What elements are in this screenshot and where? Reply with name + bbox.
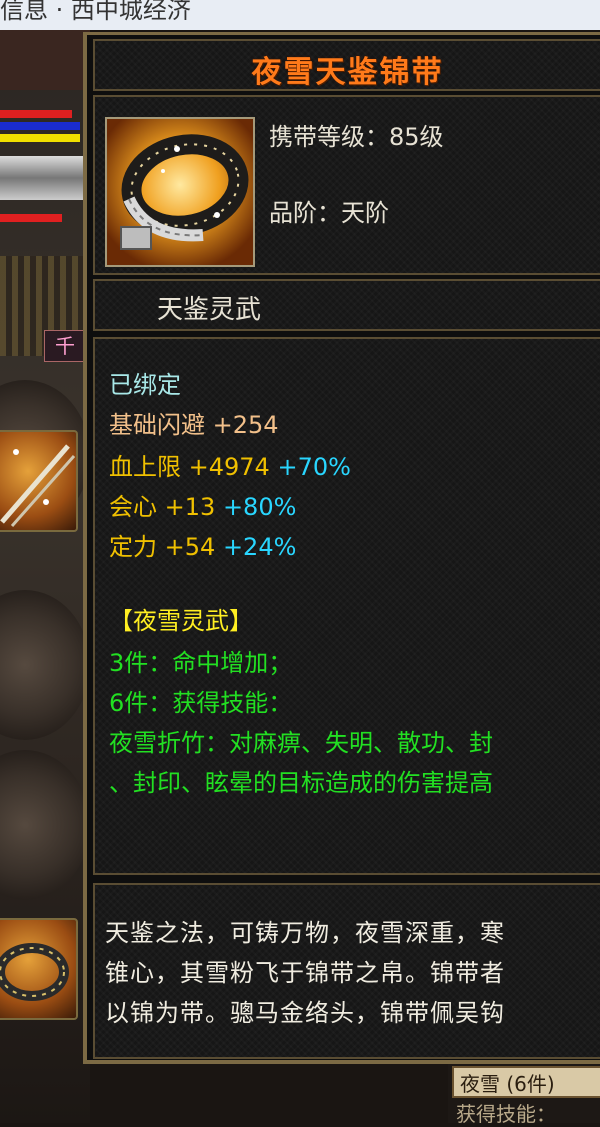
stat-line: 定力 +54 +24% <box>109 533 297 561</box>
base-stat: 基础闪避 +254 <box>109 411 279 439</box>
item-tooltip: 夜雪天鉴锦带 携带等级：85级 品阶：天阶 天鉴灵武 已绑定 基础闪避 +254… <box>83 32 600 1064</box>
window-title: 信息 · 西中城经济 <box>0 0 191 24</box>
tooltip-description-section: 天鉴之法，可铸万物，夜雪深重，寒 锥心，其雪粉飞于锦带之帛。锦带者 以锦为带。骢… <box>93 883 600 1059</box>
description-line: 以锦为带。骢马金络头，锦带佩吴钩 <box>105 999 505 1027</box>
game-background: 千 <box>0 30 90 1123</box>
description-line: 天鉴之法，可铸万物，夜雪深重，寒 <box>105 919 505 947</box>
grade: 品阶：天阶 <box>269 199 389 227</box>
hp-bar <box>0 110 72 118</box>
round-ornament-2 <box>0 590 90 740</box>
hud-panel <box>0 30 90 90</box>
window-title-strip: 信息 · 西中城经济 <box>0 0 600 30</box>
description-line: 锥心，其雪粉飞于锦带之帛。锦带者 <box>105 959 505 987</box>
stat-line: 会心 +13 +80% <box>109 493 297 521</box>
stat-line: 血上限 +4974 +70% <box>109 453 351 481</box>
tooltip-set-section: 天鉴灵武 <box>93 279 600 331</box>
set-bonus-title: 【夜雪灵武】 <box>109 607 253 635</box>
set-bonus-line: 3件：命中增加； <box>109 649 293 677</box>
weapon-slot-icon[interactable] <box>0 430 78 532</box>
mp-bar <box>0 122 80 130</box>
side-tag[interactable]: 千 <box>44 330 86 362</box>
set-bonus-line: 、封印、眩晕的目标造成的伤害提高 <box>109 769 493 797</box>
set-bonus-line: 夜雪折竹：对麻痹、失明、散功、封 <box>109 729 493 757</box>
belt-slot-icon[interactable] <box>0 918 78 1020</box>
tooltip-attributes-section: 已绑定 基础闪避 +254 血上限 +4974 +70% 会心 +13 +80%… <box>93 337 600 875</box>
target-hp-bar <box>0 214 62 222</box>
tooltip-header-section: 携带等级：85级 品阶：天阶 <box>93 95 600 275</box>
energy-bar <box>0 134 80 142</box>
set-bonus-line: 6件：获得技能： <box>109 689 293 717</box>
carry-level: 携带等级：85级 <box>269 123 444 151</box>
set-name: 天鉴灵武 <box>157 295 262 325</box>
status-band <box>0 156 90 200</box>
belt-item-icon <box>105 117 255 267</box>
item-name: 夜雪天鉴锦带 <box>251 55 444 90</box>
tooltip-title-section: 夜雪天鉴锦带 <box>93 39 600 91</box>
round-ornament-3 <box>0 750 90 900</box>
bound-status: 已绑定 <box>109 371 181 399</box>
background-set-label: 夜雪 (6件) <box>452 1066 600 1098</box>
